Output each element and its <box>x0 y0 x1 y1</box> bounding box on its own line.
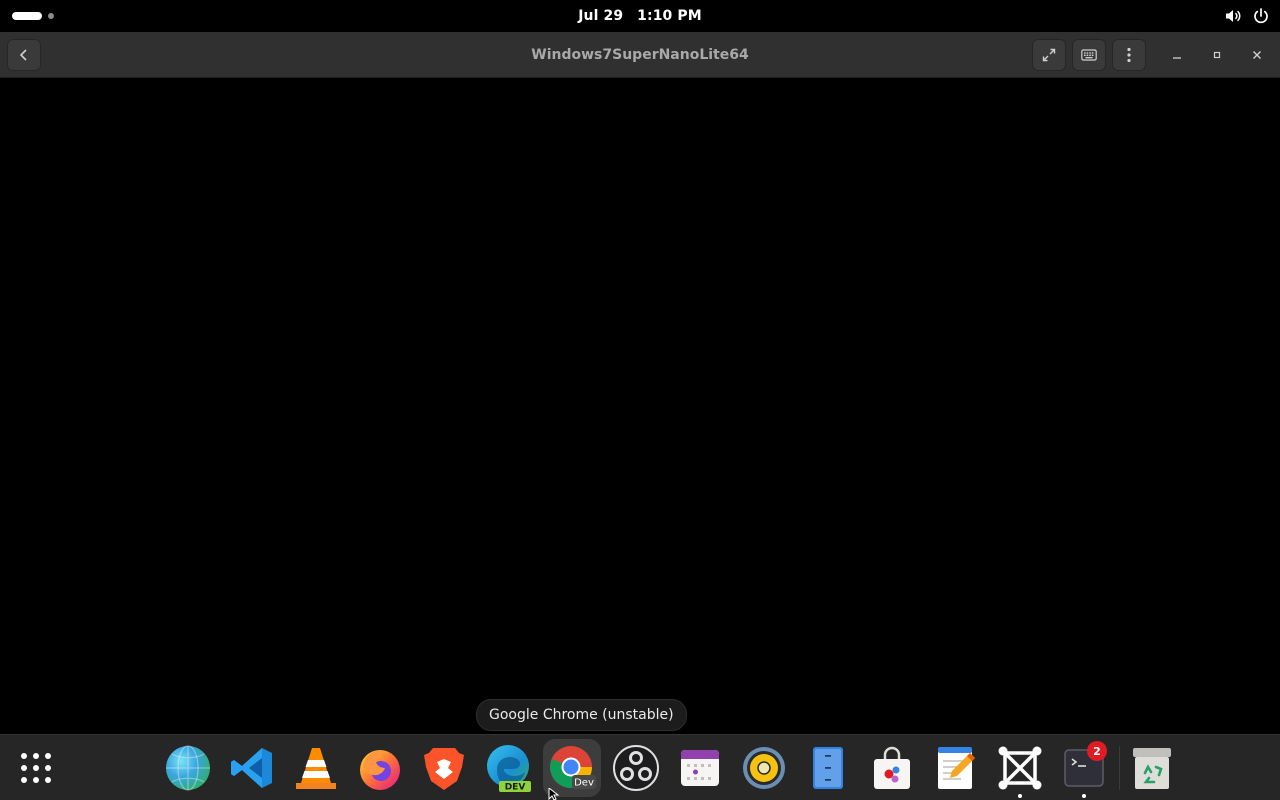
brave-launcher[interactable] <box>415 739 473 797</box>
show-apps-button[interactable] <box>7 739 65 797</box>
edge-dev-launcher[interactable]: DEV <box>479 739 537 797</box>
back-button[interactable] <box>7 39 41 71</box>
vscode-icon <box>231 748 272 788</box>
minimize-button[interactable] <box>1161 39 1193 71</box>
keyboard-icon <box>1081 49 1097 61</box>
boxes-icon <box>998 746 1042 790</box>
text-editor-launcher[interactable] <box>927 739 985 797</box>
volume-icon[interactable] <box>1224 7 1242 25</box>
text-editor-icon <box>938 747 975 789</box>
obs-icon <box>613 745 659 791</box>
minimize-icon <box>1173 57 1181 59</box>
fullscreen-button[interactable] <box>1032 39 1066 71</box>
system-tray[interactable] <box>1224 0 1270 32</box>
mouse-cursor-icon <box>548 788 560 800</box>
running-indicator <box>1018 794 1022 798</box>
clock-time: 1:10 PM <box>637 8 702 24</box>
clock[interactable]: Jul 29 1:10 PM <box>560 0 720 32</box>
top-bar: Jul 29 1:10 PM <box>0 0 1280 32</box>
dock-separator <box>1119 746 1120 790</box>
edge-dev-label: DEV <box>505 783 526 793</box>
window-title: Windows7SuperNanoLite64 <box>531 47 749 63</box>
vm-display[interactable] <box>0 78 1280 732</box>
vlc-launcher[interactable] <box>287 739 345 797</box>
trash-launcher[interactable] <box>1123 739 1181 797</box>
file-cabinet-launcher[interactable] <box>799 739 857 797</box>
boxes-launcher[interactable] <box>991 739 1049 798</box>
obs-launcher[interactable] <box>607 739 665 797</box>
menu-button[interactable] <box>1112 39 1146 71</box>
firefox-launcher[interactable] <box>351 739 409 797</box>
activities-button[interactable] <box>12 8 62 24</box>
fullscreen-icon <box>1042 48 1056 62</box>
vlc-cone-icon <box>296 748 336 789</box>
vscode-launcher[interactable] <box>223 739 281 797</box>
rhythmbox-launcher[interactable] <box>735 739 793 797</box>
shopping-bag-icon <box>874 746 910 789</box>
keyboard-button[interactable] <box>1072 39 1106 71</box>
calendar-icon <box>681 750 719 786</box>
close-icon <box>1253 51 1261 59</box>
dock-tooltip: Google Chrome (unstable) <box>476 699 687 731</box>
file-cabinet-icon <box>813 747 843 789</box>
terminal-launcher[interactable]: 2 <box>1055 739 1113 798</box>
notification-badge: 2 <box>1087 741 1107 761</box>
clock-date: Jul 29 <box>578 8 624 24</box>
dock: DEV Dev 2 <box>0 734 1280 800</box>
chrome-dev-icon: Dev <box>550 746 596 789</box>
globe-icon <box>166 745 210 791</box>
maximize-button[interactable] <box>1201 39 1233 71</box>
running-indicator <box>1082 794 1086 798</box>
firefox-icon <box>360 750 400 790</box>
brave-lion-icon <box>424 748 464 790</box>
active-workspace-indicator <box>12 12 42 20</box>
menu-icon <box>1127 47 1131 63</box>
close-button[interactable] <box>1241 39 1273 71</box>
recycle-bin-icon <box>1133 748 1171 789</box>
speaker-icon <box>743 747 785 789</box>
chrome-dev-label: Dev <box>574 778 594 789</box>
calendar-launcher[interactable] <box>671 739 729 797</box>
web-browser-launcher[interactable] <box>159 739 217 797</box>
workspace-indicator <box>48 13 54 19</box>
power-icon[interactable] <box>1252 7 1270 25</box>
back-icon <box>19 49 27 61</box>
maximize-icon <box>1213 51 1221 59</box>
edge-dev-icon: DEV <box>487 745 531 793</box>
window-headerbar: Windows7SuperNanoLite64 <box>0 32 1280 78</box>
app-grid-icon <box>21 753 51 783</box>
software-store-launcher[interactable] <box>863 739 921 797</box>
